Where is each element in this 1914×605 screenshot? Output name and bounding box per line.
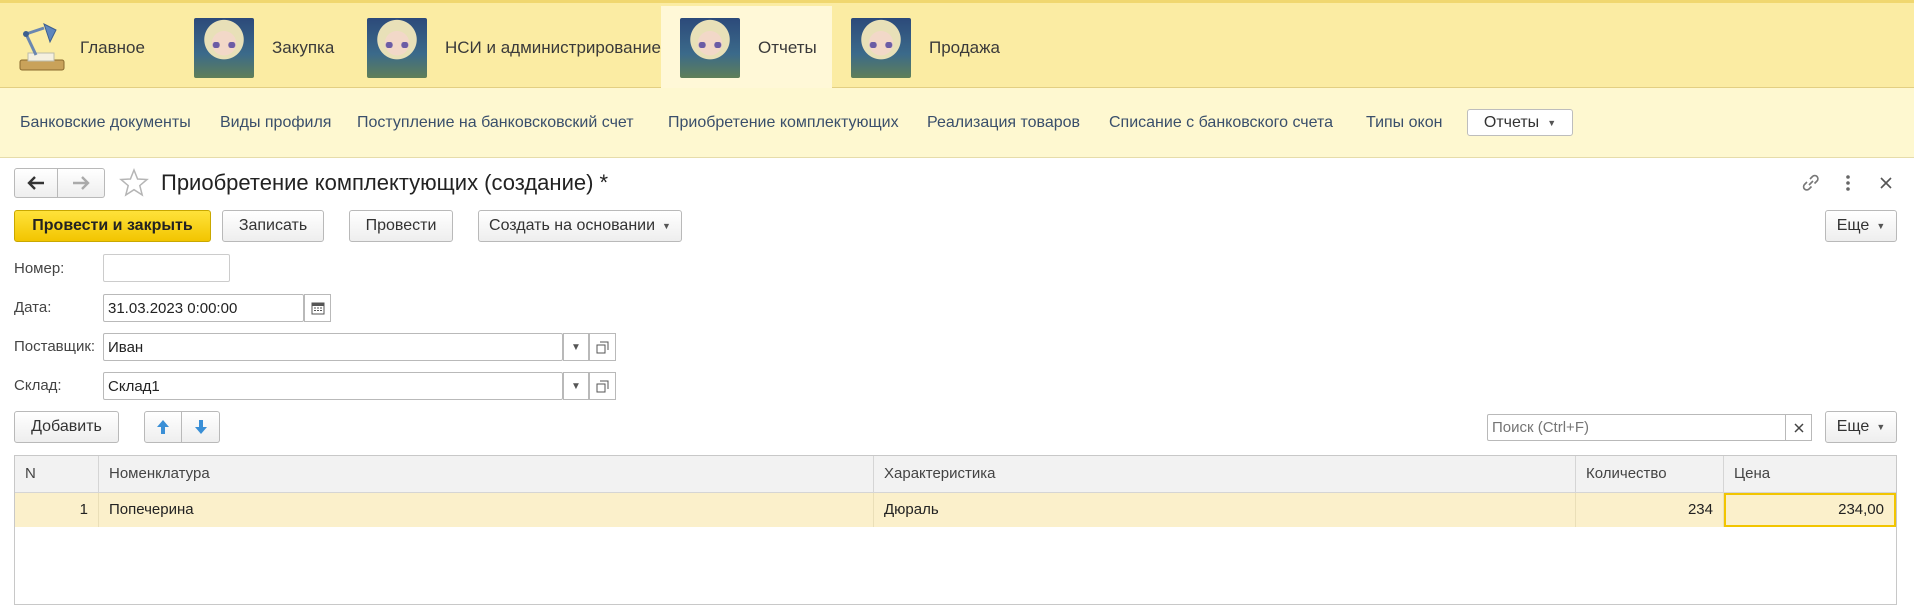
open-window-icon <box>596 380 609 392</box>
move-down-button[interactable] <box>182 411 220 443</box>
nav-link-bank-documents[interactable]: Банковские документы <box>20 114 191 132</box>
create-based-on-label: Создать на основании <box>489 217 656 234</box>
section-avatar-image <box>194 18 254 78</box>
chevron-down-icon: ▼ <box>1547 117 1557 128</box>
chevron-down-icon: ▼ <box>571 380 581 392</box>
section-avatar-image <box>851 18 911 78</box>
clear-search-button[interactable] <box>1785 414 1812 441</box>
more-vertical-icon[interactable] <box>1840 173 1856 193</box>
cell-characteristic[interactable]: Дюраль <box>874 493 1576 527</box>
supplier-label: Поставщик: <box>14 338 96 355</box>
section-main[interactable]: Главное <box>14 6 145 90</box>
link-icon[interactable] <box>1801 173 1821 193</box>
create-based-on-button[interactable]: Создать на основании ▼ <box>478 210 682 242</box>
post-and-close-button[interactable]: Провести и закрыть <box>14 210 211 242</box>
save-button[interactable]: Записать <box>222 210 324 242</box>
nav-link-goods-sales[interactable]: Реализация товаров <box>927 114 1080 132</box>
cell-price[interactable]: 234,00 <box>1724 493 1896 527</box>
chevron-down-icon: ▼ <box>1876 422 1886 432</box>
reports-menu-button[interactable]: Отчеты ▼ <box>1467 109 1573 136</box>
chevron-down-icon: ▼ <box>571 341 581 353</box>
page-title: Приобретение комплектующих (создание) * <box>161 170 609 195</box>
supplier-field[interactable]: Иван <box>103 333 563 361</box>
column-header-quantity[interactable]: Количество <box>1576 456 1724 492</box>
date-label: Дата: <box>14 299 52 316</box>
section-label: Закупка <box>272 38 335 57</box>
table-row[interactable]: 1 Попечерина Дюраль 234 234,00 <box>15 493 1896 527</box>
section-label: Продажа <box>929 38 1000 57</box>
section-label: Главное <box>80 38 145 57</box>
navigation-panel: Банковские документы Виды профиля Поступ… <box>0 88 1914 158</box>
post-button[interactable]: Провести <box>349 210 453 242</box>
chevron-down-icon: ▼ <box>1876 221 1886 231</box>
section-purchase[interactable]: Закупка <box>194 6 334 90</box>
arrow-up-icon <box>157 420 169 434</box>
section-avatar-image <box>367 18 427 78</box>
supplier-dropdown-button[interactable]: ▼ <box>563 333 589 361</box>
cell-nomenclature[interactable]: Попечерина <box>99 493 874 527</box>
nav-link-bank-receipt[interactable]: Поступление на банковсковский счет <box>357 114 634 132</box>
section-reports[interactable]: Отчеты <box>661 6 832 90</box>
add-row-button[interactable]: Добавить <box>14 411 119 443</box>
reports-menu-label: Отчеты <box>1483 113 1540 131</box>
warehouse-label: Склад: <box>14 377 62 394</box>
desk-lamp-icon <box>19 23 65 71</box>
back-button[interactable] <box>14 168 58 198</box>
column-header-nomenclature[interactable]: Номенклатура <box>99 456 874 492</box>
warehouse-dropdown-button[interactable]: ▼ <box>563 372 589 400</box>
close-icon[interactable] <box>1878 175 1894 191</box>
items-table[interactable]: N Номенклатура Характеристика Количество… <box>14 455 1897 605</box>
warehouse-open-button[interactable] <box>589 372 616 400</box>
nav-link-profile-types[interactable]: Виды профиля <box>220 114 331 132</box>
number-field[interactable] <box>103 254 230 282</box>
number-label: Номер: <box>14 260 65 277</box>
more-label: Еще <box>1836 217 1870 234</box>
section-nsi-admin[interactable]: НСИ и администрирование <box>367 6 661 90</box>
column-header-price[interactable]: Цена <box>1724 456 1896 492</box>
section-avatar-image <box>680 18 740 78</box>
calendar-button[interactable] <box>304 294 331 322</box>
section-label: Отчеты <box>758 38 817 57</box>
arrow-right-icon <box>73 176 90 190</box>
chevron-down-icon: ▼ <box>662 221 671 231</box>
column-header-n[interactable]: N <box>15 456 99 492</box>
calendar-icon <box>311 302 324 315</box>
forward-button[interactable] <box>58 168 105 198</box>
arrow-down-icon <box>194 420 207 434</box>
table-header: N Номенклатура Характеристика Количество… <box>15 456 1896 493</box>
cell-quantity[interactable]: 234 <box>1576 493 1724 527</box>
more-button[interactable]: Еще ▼ <box>1825 210 1897 242</box>
date-field[interactable]: 31.03.2023 0:00:00 <box>103 294 304 322</box>
nav-link-bank-writeoff[interactable]: Списание с банковского счета <box>1109 114 1333 132</box>
open-window-icon <box>596 341 609 353</box>
section-label: НСИ и администрирование <box>445 38 661 57</box>
move-up-button[interactable] <box>144 411 182 443</box>
nav-link-window-types[interactable]: Типы окон <box>1366 114 1442 132</box>
cell-n[interactable]: 1 <box>15 493 99 527</box>
table-more-button[interactable]: Еще ▼ <box>1825 411 1897 443</box>
section-sales[interactable]: Продажа <box>851 6 1000 90</box>
arrow-left-icon <box>27 176 44 190</box>
supplier-open-button[interactable] <box>589 333 616 361</box>
close-icon <box>1793 422 1804 433</box>
warehouse-field[interactable]: Склад1 <box>103 372 563 400</box>
column-header-characteristic[interactable]: Характеристика <box>874 456 1576 492</box>
nav-link-components-purchase[interactable]: Приобретение комплектующих <box>668 114 899 132</box>
favorite-star-icon[interactable] <box>119 168 149 198</box>
search-input[interactable] <box>1487 414 1790 441</box>
more-label: Еще <box>1836 418 1870 435</box>
sections-panel: Главное Закупка НСИ и администрирование … <box>0 0 1914 90</box>
